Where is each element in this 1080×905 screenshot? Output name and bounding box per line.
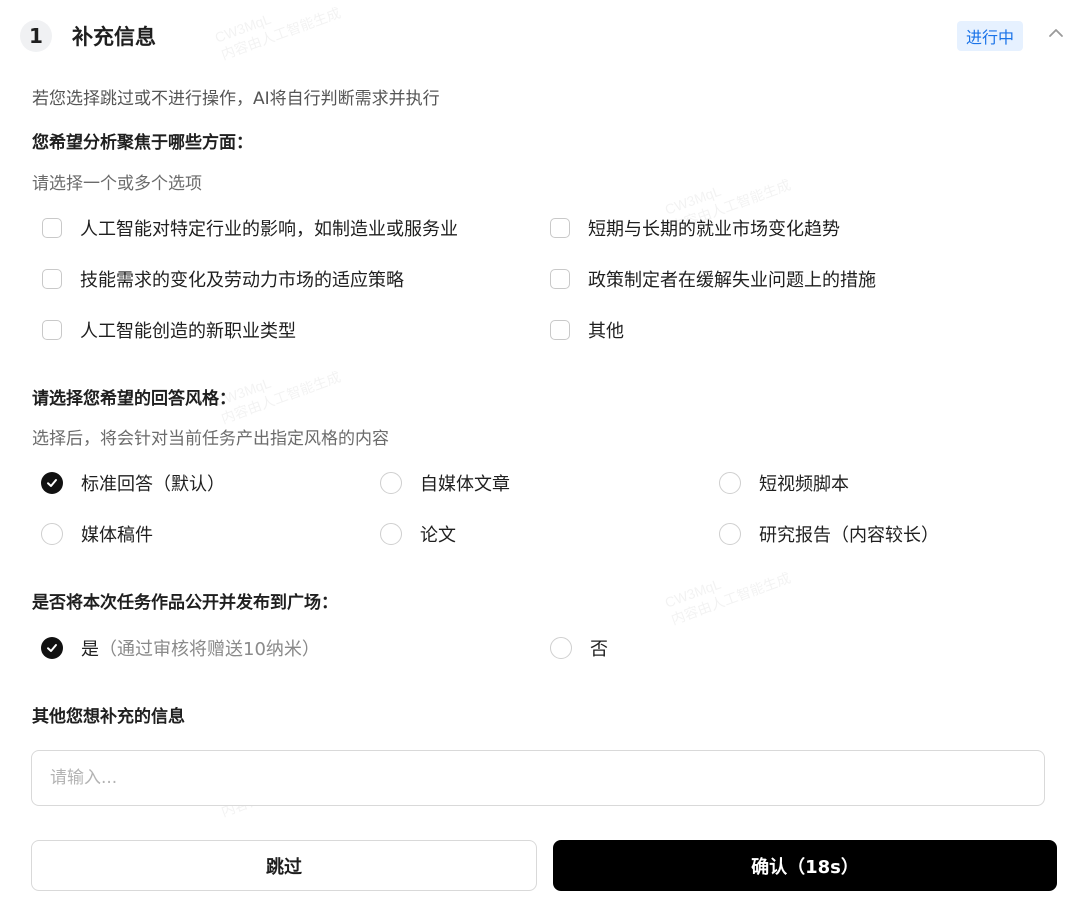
watermark-text: 内容由人工智能生成 bbox=[218, 368, 343, 427]
option-label: 研究报告（内容较长） bbox=[759, 525, 939, 546]
style-option-research-report[interactable]: 研究报告（内容较长） bbox=[719, 520, 939, 548]
skip-hint: 若您选择跳过或不进行操作，AI将自行判断需求并执行 bbox=[32, 89, 440, 109]
radio[interactable] bbox=[719, 472, 741, 494]
panel-title: 补充信息 bbox=[72, 25, 156, 49]
style-option-press[interactable]: 媒体稿件 bbox=[41, 520, 153, 548]
style-option-self-media[interactable]: 自媒体文章 bbox=[380, 469, 510, 497]
option-label: 政策制定者在缓解失业问题上的措施 bbox=[588, 270, 876, 291]
option-label: 否 bbox=[590, 639, 608, 660]
option-label: 人工智能对特定行业的影响，如制造业或服务业 bbox=[80, 219, 458, 240]
watermark-code: CW3MqL bbox=[662, 182, 723, 218]
extra-info-title: 其他您想补充的信息 bbox=[32, 707, 185, 727]
publish-section-title: 是否将本次任务作品公开并发布到广场： bbox=[32, 593, 338, 613]
option-label: 论文 bbox=[420, 525, 456, 546]
style-option-video-script[interactable]: 短视频脚本 bbox=[719, 469, 849, 497]
focus-section-subtitle: 请选择一个或多个选项 bbox=[32, 174, 202, 194]
watermark-text: 内容由人工智能生成 bbox=[668, 569, 793, 628]
option-label: 人工智能创造的新职业类型 bbox=[80, 321, 296, 342]
chevron-up-icon[interactable] bbox=[1044, 22, 1068, 46]
checkbox[interactable] bbox=[42, 218, 62, 238]
style-option-paper[interactable]: 论文 bbox=[380, 520, 456, 548]
radio[interactable] bbox=[380, 472, 402, 494]
radio-checked-icon[interactable] bbox=[41, 472, 63, 494]
radio-checked-icon[interactable] bbox=[41, 637, 63, 659]
focus-option-job-market-trends[interactable]: 短期与长期的就业市场变化趋势 bbox=[550, 214, 840, 242]
radio[interactable] bbox=[550, 637, 572, 659]
focus-option-other[interactable]: 其他 bbox=[550, 316, 624, 344]
option-label: 其他 bbox=[588, 321, 624, 342]
status-badge: 进行中 bbox=[956, 21, 1023, 51]
publish-option-yes[interactable]: 是（通过审核将赠送10纳米） bbox=[41, 634, 320, 662]
focus-section-title: 您希望分析聚焦于哪些方面： bbox=[32, 133, 253, 153]
focus-option-skill-demand[interactable]: 技能需求的变化及劳动力市场的适应策略 bbox=[42, 265, 404, 293]
option-label: 标准回答（默认） bbox=[81, 474, 225, 495]
option-label: 技能需求的变化及劳动力市场的适应策略 bbox=[80, 270, 404, 291]
option-label: 媒体稿件 bbox=[81, 525, 153, 546]
extra-info-input[interactable] bbox=[31, 750, 1045, 806]
option-label: 短视频脚本 bbox=[759, 474, 849, 495]
checkbox[interactable] bbox=[42, 269, 62, 289]
focus-option-industry-impact[interactable]: 人工智能对特定行业的影响，如制造业或服务业 bbox=[42, 214, 458, 242]
style-option-standard[interactable]: 标准回答（默认） bbox=[41, 469, 225, 497]
skip-button[interactable]: 跳过 bbox=[31, 840, 537, 891]
radio[interactable] bbox=[719, 523, 741, 545]
radio[interactable] bbox=[380, 523, 402, 545]
supplement-info-panel: CW3MqL 内容由人工智能生成 CW3MqL 内容由人工智能生成 CW3MqL 内容… bbox=[0, 0, 1080, 905]
option-label: 短期与长期的就业市场变化趋势 bbox=[588, 219, 840, 240]
checkbox[interactable] bbox=[42, 320, 62, 340]
radio[interactable] bbox=[41, 523, 63, 545]
publish-yes-label: 是 bbox=[81, 639, 99, 660]
focus-option-new-jobs[interactable]: 人工智能创造的新职业类型 bbox=[42, 316, 296, 344]
watermark-code: CW3MqL bbox=[662, 575, 723, 611]
panel-header: 1 补充信息 进行中 bbox=[20, 16, 1068, 56]
confirm-button[interactable]: 确认（18s） bbox=[553, 840, 1057, 891]
option-label: 自媒体文章 bbox=[420, 474, 510, 495]
checkbox[interactable] bbox=[550, 218, 570, 238]
watermark: CW3MqL内容由人工智能生成 bbox=[663, 553, 794, 630]
focus-option-policy-measures[interactable]: 政策制定者在缓解失业问题上的措施 bbox=[550, 265, 876, 293]
checkbox[interactable] bbox=[550, 269, 570, 289]
style-section-subtitle: 选择后，将会针对当前任务产出指定风格的内容 bbox=[32, 429, 389, 449]
publish-option-no[interactable]: 否 bbox=[550, 634, 608, 662]
checkbox[interactable] bbox=[550, 320, 570, 340]
style-section-title: 请选择您希望的回答风格： bbox=[32, 389, 236, 409]
option-label: 是（通过审核将赠送10纳米） bbox=[81, 635, 320, 661]
publish-yes-note: （通过审核将赠送10纳米） bbox=[99, 639, 320, 660]
step-number: 1 bbox=[20, 20, 52, 52]
